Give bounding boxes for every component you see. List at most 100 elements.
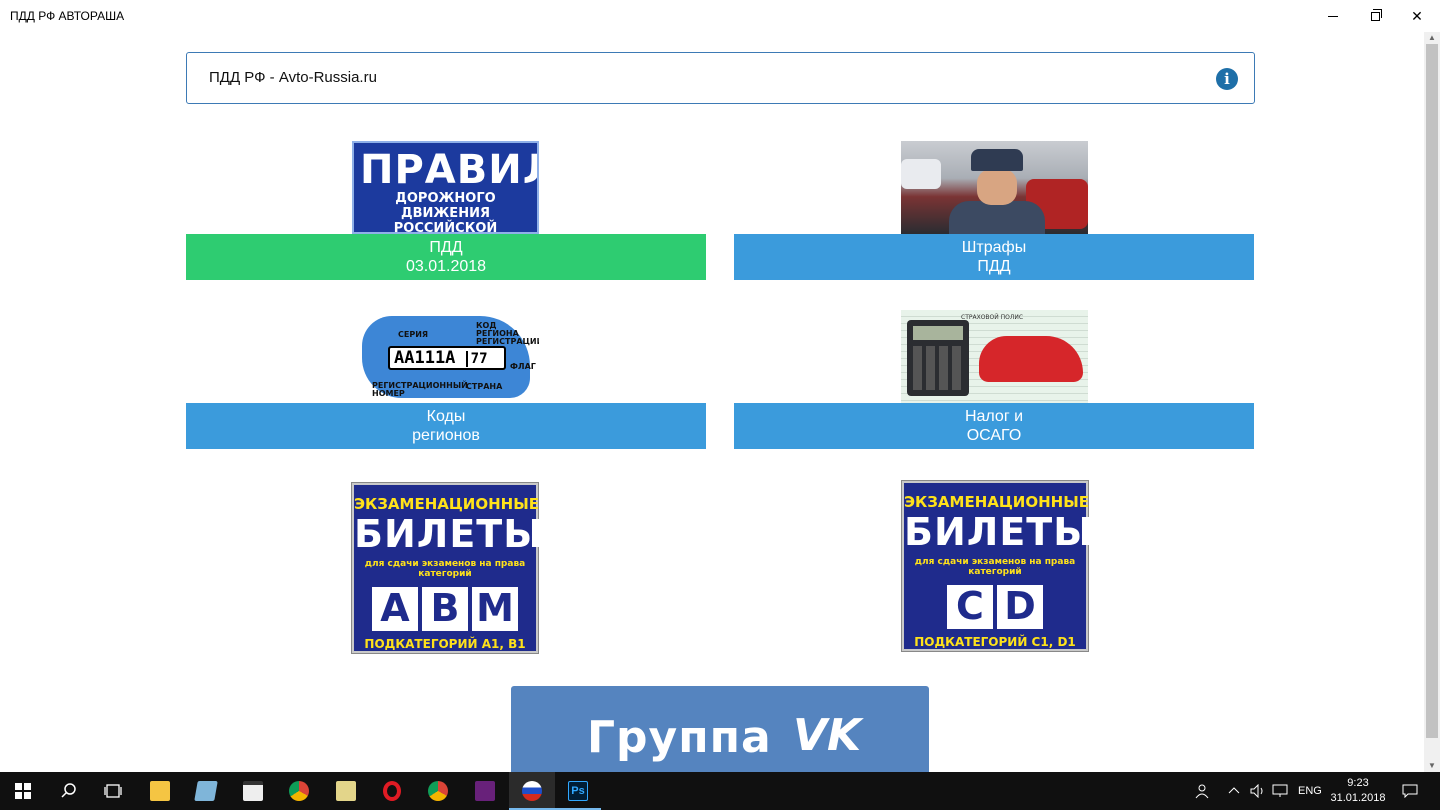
chrome-icon [289, 781, 309, 801]
label-region-code: КОД РЕГИОНА РЕГИСТРАЦИИ [476, 321, 539, 346]
notepad-icon [194, 781, 218, 801]
category-letter: B [422, 587, 468, 631]
vk-group-banner[interactable]: Группа VK [511, 686, 929, 772]
taskbar-file-explorer[interactable] [137, 772, 183, 810]
russia-flag-icon [522, 781, 542, 801]
vertical-scrollbar[interactable]: ▲ ▼ [1424, 32, 1440, 772]
header-bar: ПДД РФ - Avto-Russia.ru i [186, 52, 1255, 104]
folder-icon [150, 781, 170, 801]
rules-image-line2: РОССИЙСКОЙ ФЕДЕРАЦИИ [393, 221, 498, 234]
chevron-up-icon [1228, 787, 1240, 794]
officer-cap-shape [971, 149, 1023, 171]
photoshop-icon: Ps [568, 781, 588, 801]
taskbar-chrome[interactable] [276, 772, 322, 810]
tile-pdd-label[interactable]: ПДД 03.01.2018 [186, 234, 706, 280]
tile-region-codes-line2: регионов [412, 427, 480, 444]
officer-face-shape [977, 169, 1017, 205]
close-button[interactable]: ✕ [1394, 0, 1440, 32]
network-monitor-icon [1272, 784, 1288, 797]
tickets-abm-categories: A B M [354, 587, 536, 631]
taskbar-pdd-app[interactable] [509, 772, 555, 810]
label-reg-number: РЕГИСТРАЦИОННЫЙ НОМЕР [372, 381, 468, 398]
opera-icon [383, 781, 401, 801]
taskbar-chrome-2[interactable] [415, 772, 461, 810]
header-title: ПДД РФ - Avto-Russia.ru [209, 69, 377, 86]
windows-icon [15, 783, 31, 799]
scroll-up-icon[interactable]: ▲ [1424, 32, 1440, 44]
tile-fines-label[interactable]: Штрафы ПДД [734, 234, 1254, 280]
license-plate: АА111А 77 [388, 346, 506, 370]
tray-chevron-icon[interactable] [1228, 772, 1240, 810]
rules-image-big-text: ПРАВИЛА [360, 147, 537, 193]
window-title: ПДД РФ АВТОРАША [10, 9, 125, 23]
close-icon: ✕ [1411, 7, 1423, 24]
info-icon[interactable]: i [1216, 68, 1238, 90]
restore-button[interactable] [1352, 0, 1398, 32]
taskbar-store[interactable] [230, 772, 276, 810]
search-icon [61, 783, 76, 798]
tickets-abm-desc2: категорий [418, 569, 472, 579]
tickets-cd-subcategories: ПОДКАТЕГОРИЙ С1, D1 [914, 635, 1076, 649]
action-center-icon[interactable] [1402, 772, 1418, 810]
police-image [901, 141, 1088, 234]
clock-date: 31.01.2018 [1330, 792, 1386, 804]
tax-image: СТРАХОВОЙ ПОЛИС [901, 310, 1088, 403]
people-icon-svg [1195, 784, 1209, 799]
title-bar: ПДД РФ АВТОРАША ✕ [0, 0, 1440, 32]
tile-pdd-line2: 03.01.2018 [405, 258, 487, 275]
taskbar-opera[interactable] [369, 772, 415, 810]
minimize-button[interactable] [1310, 0, 1356, 32]
clock-time: 9:23 [1347, 777, 1369, 789]
region-image: СЕРИЯ КОД РЕГИОНА РЕГИСТРАЦИИ АА111А 77 … [352, 310, 539, 403]
tickets-abm-heading: ЭКЗАМЕНАЦИОННЫЕ [354, 495, 539, 513]
app-icon [336, 781, 356, 801]
task-view-icon [104, 784, 122, 798]
calculator-shape [907, 320, 969, 396]
people-icon[interactable] [1194, 772, 1210, 810]
category-letter: A [372, 587, 418, 631]
search-button[interactable] [46, 772, 92, 810]
scroll-down-icon[interactable]: ▼ [1424, 760, 1440, 772]
volume-icon[interactable] [1250, 772, 1266, 810]
taskbar-visual-studio[interactable] [462, 772, 508, 810]
speaker-icon [1250, 784, 1263, 798]
red-car-shape [979, 336, 1083, 382]
taskbar-app[interactable] [323, 772, 369, 810]
taskbar-photoshop[interactable]: Ps [555, 772, 601, 810]
taskbar: Ps ENG 9:23 31.01.2018 [0, 772, 1440, 810]
tile-tax-osago-label[interactable]: Налог и ОСАГО [734, 403, 1254, 449]
visual-studio-icon [475, 781, 495, 801]
tile-tax-osago-line2: ОСАГО [966, 427, 1022, 444]
chrome-icon [428, 781, 448, 801]
insurance-document-title: СТРАХОВОЙ ПОЛИС [961, 314, 1024, 321]
tile-region-codes-line1: Коды [426, 408, 466, 425]
tickets-abm-subcategories: ПОДКАТЕГОРИЙ А1, В1 [364, 637, 526, 651]
taskbar-notes[interactable] [183, 772, 229, 810]
tickets-cd-desc2: категорий [968, 567, 1022, 577]
label-series: СЕРИЯ [398, 330, 429, 339]
tile-fines-line1: Штрафы [961, 239, 1027, 256]
plate-region: 77 [465, 351, 488, 367]
vk-group-text: Группа [587, 712, 772, 763]
vk-logo-icon: VK [793, 710, 862, 761]
tickets-abm-button[interactable]: ЭКЗАМЕНАЦИОННЫЕ БИЛЕТЫ для сдачи экзамен… [352, 483, 544, 653]
network-icon[interactable] [1272, 772, 1288, 810]
scroll-thumb[interactable] [1426, 44, 1438, 738]
notification-icon [1402, 784, 1418, 798]
task-view-button[interactable] [90, 772, 136, 810]
tickets-cd-button[interactable]: ЭКЗАМЕНАЦИОННЫЕ БИЛЕТЫ для сдачи экзамен… [902, 481, 1093, 651]
tickets-cd-heading: ЭКЗАМЕНАЦИОННЫЕ [904, 493, 1089, 511]
language-indicator[interactable]: ENG [1298, 772, 1322, 810]
label-country: СТРАНА [466, 382, 503, 391]
calculator-keys [913, 346, 963, 390]
tile-pdd-line1: ПДД [429, 239, 463, 256]
tickets-cd-categories: C D [904, 585, 1086, 629]
rules-image-line1: ДОРОЖНОГО ДВИЖЕНИЯ [395, 191, 496, 221]
tickets-abm-title: БИЛЕТЫ [354, 512, 544, 556]
store-icon [243, 781, 263, 801]
start-button[interactable] [0, 772, 46, 810]
officer-body-shape [949, 201, 1045, 234]
taskbar-clock[interactable]: 9:23 31.01.2018 [1324, 776, 1392, 806]
tickets-abm-desc1: для сдачи экзаменов на права [364, 559, 526, 569]
tile-region-codes-label[interactable]: Коды регионов [186, 403, 706, 449]
